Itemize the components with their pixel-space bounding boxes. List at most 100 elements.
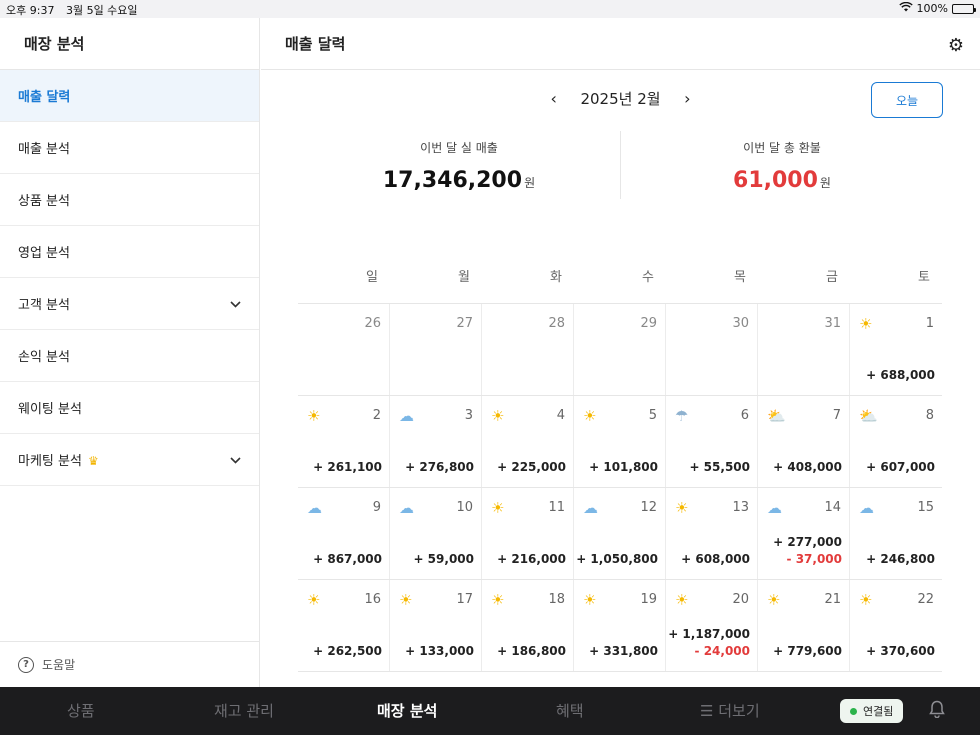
- sidebar-item-label: 매출 분석: [18, 142, 70, 157]
- calendar-day[interactable]: ☁ 9 + 867,000: [298, 488, 390, 579]
- help-link[interactable]: ? 도움말: [0, 641, 259, 687]
- bell-icon[interactable]: [929, 700, 945, 722]
- sidebar-item-waiting-analysis[interactable]: 웨이팅 분석: [0, 382, 259, 434]
- chevron-down-icon[interactable]: [230, 297, 241, 311]
- calendar-day[interactable]: 27: [390, 304, 482, 395]
- calendar-day[interactable]: ⛅ 8 + 607,000: [850, 396, 942, 487]
- daily-sales-amount: + 331,800: [589, 644, 658, 658]
- partly-cloudy-icon: ⛅: [859, 407, 878, 425]
- daily-sales-amount: + 1,050,800: [576, 552, 658, 566]
- tab-products[interactable]: 상품: [67, 687, 95, 735]
- day-number: 16: [364, 592, 381, 607]
- next-month-button[interactable]: ›: [677, 89, 697, 108]
- calendar-day[interactable]: ☀ 16 + 262,500: [298, 580, 390, 671]
- cloud-icon: ☁: [859, 499, 874, 517]
- month-label: 2025년 2월: [580, 90, 661, 108]
- tab-benefits[interactable]: 혜택: [556, 687, 584, 735]
- daily-sales-amount: + 261,100: [313, 460, 382, 474]
- calendar-week: ☀ 16 + 262,500 ☀ 17 + 133,000 ☀ 18 + 186,800 ☀ 19 +…: [298, 580, 942, 672]
- sun-icon: ☀: [491, 499, 505, 517]
- calendar-day[interactable]: ⛅ 7 + 408,000: [758, 396, 850, 487]
- day-number: 10: [456, 500, 473, 515]
- calendar-day[interactable]: ☀ 2 + 261,100: [298, 396, 390, 487]
- calendar-day[interactable]: ☀ 4 + 225,000: [482, 396, 574, 487]
- calendar-day[interactable]: ☀ 1 + 688,000: [850, 304, 942, 395]
- calendar-day[interactable]: 26: [298, 304, 390, 395]
- cloud-icon: ☁: [307, 499, 322, 517]
- sidebar-menu: 매출 달력매출 분석상품 분석 영업 분석 고객 분석 손익 분석 웨이팅 분석 마케팅 …: [0, 70, 259, 486]
- sun-icon: ☀: [583, 591, 597, 609]
- calendar-day[interactable]: ☁ 12 + 1,050,800: [574, 488, 666, 579]
- tab-store-analysis[interactable]: 매장 분석: [377, 687, 437, 735]
- calendar-day[interactable]: ☀ 21 + 779,600: [758, 580, 850, 671]
- calendar-day[interactable]: ☀ 22 + 370,600: [850, 580, 942, 671]
- help-icon: ?: [18, 656, 34, 673]
- sun-icon: ☀: [491, 591, 505, 609]
- day-number: 15: [917, 500, 934, 515]
- crown-icon: ♛: [87, 454, 99, 468]
- daily-sales-amount: + 277,000: [773, 535, 842, 549]
- chevron-down-icon[interactable]: [230, 453, 241, 467]
- sun-icon: ☀: [675, 499, 689, 517]
- daily-sales-amount: + 276,800: [405, 460, 474, 474]
- calendar-day[interactable]: ☀ 20 + 1,187,000 - 24,000: [666, 580, 758, 671]
- calendar-week: 26 27 28 29 30 31 ☀ 1 + 688,000: [298, 304, 942, 396]
- prev-month-button[interactable]: ‹: [544, 89, 564, 108]
- sidebar-item-profit-analysis[interactable]: 손익 분석: [0, 330, 259, 382]
- sidebar-item-sales-analysis[interactable]: 매출 분석: [0, 122, 259, 174]
- tab-inventory[interactable]: 재고 관리: [214, 687, 274, 735]
- day-number: 9: [372, 500, 381, 515]
- sun-icon: ☀: [307, 407, 321, 425]
- day-number: 1: [925, 316, 934, 331]
- day-number: 7: [832, 408, 841, 423]
- calendar-day[interactable]: ☀ 19 + 331,800: [574, 580, 666, 671]
- tab-more-label: 더보기: [718, 702, 760, 720]
- calendar-day[interactable]: 28: [482, 304, 574, 395]
- cloud-icon: ☁: [399, 499, 414, 517]
- sidebar-item-business-analysis[interactable]: 영업 분석: [0, 226, 259, 278]
- calendar-day[interactable]: ☀ 18 + 186,800: [482, 580, 574, 671]
- calendar-day[interactable]: 29: [574, 304, 666, 395]
- daily-sales-amount: + 370,600: [866, 644, 935, 658]
- day-number: 5: [648, 408, 657, 423]
- calendar-day[interactable]: ☁ 3 + 276,800: [390, 396, 482, 487]
- sun-icon: ☀: [767, 591, 781, 609]
- weekday-header: 일월화수목금토: [298, 266, 942, 304]
- currency-unit: 원: [524, 176, 536, 190]
- calendar-day[interactable]: 31: [758, 304, 850, 395]
- sidebar-item-customer-analysis[interactable]: 고객 분석: [0, 278, 259, 330]
- calendar-day[interactable]: ☀ 17 + 133,000: [390, 580, 482, 671]
- calendar-day[interactable]: ☁ 15 + 246,800: [850, 488, 942, 579]
- gear-icon[interactable]: ⚙: [948, 35, 964, 56]
- sidebar-item-label: 매출 달력: [18, 90, 71, 105]
- daily-sales-amount: + 101,800: [589, 460, 658, 474]
- refund-summary: 이번 달 총 환불 61,000 원: [621, 131, 943, 193]
- sidebar-item-sales-calendar[interactable]: 매출 달력: [0, 70, 259, 122]
- today-button[interactable]: 오늘: [871, 82, 943, 118]
- calendar-day[interactable]: ☁ 10 + 59,000: [390, 488, 482, 579]
- sidebar-item-marketing-analysis[interactable]: 마케팅 분석 ♛: [0, 434, 259, 486]
- sun-icon: ☀: [859, 591, 873, 609]
- net-sales-summary: 이번 달 실 매출 17,346,200 원: [298, 131, 620, 193]
- weekday-label: 월: [458, 270, 470, 285]
- sidebar-item-product-analysis[interactable]: 상품 분석: [0, 174, 259, 226]
- day-number: 4: [556, 408, 565, 423]
- weekday-label: 수: [642, 270, 654, 285]
- help-label: 도움말: [42, 658, 76, 672]
- day-number: 27: [456, 316, 473, 331]
- calendar-day[interactable]: ☂ 6 + 55,500: [666, 396, 758, 487]
- calendar-day[interactable]: ☀ 13 + 608,000: [666, 488, 758, 579]
- calendar-day[interactable]: ☁ 14 + 277,000 - 37,000: [758, 488, 850, 579]
- sun-icon: ☀: [399, 591, 413, 609]
- cloud-icon: ☁: [583, 499, 598, 517]
- calendar-day[interactable]: ☀ 11 + 216,000: [482, 488, 574, 579]
- day-number: 14: [824, 500, 841, 515]
- battery-percent: 100%: [916, 2, 948, 15]
- calendar-day[interactable]: ☀ 5 + 101,800: [574, 396, 666, 487]
- cloud-icon: ☁: [399, 407, 414, 425]
- daily-sales-amount: + 133,000: [405, 644, 474, 658]
- day-number: 8: [925, 408, 934, 423]
- tab-more[interactable]: ☰ 더보기: [700, 687, 760, 735]
- calendar-day[interactable]: 30: [666, 304, 758, 395]
- daily-sales-amount: + 608,000: [681, 552, 750, 566]
